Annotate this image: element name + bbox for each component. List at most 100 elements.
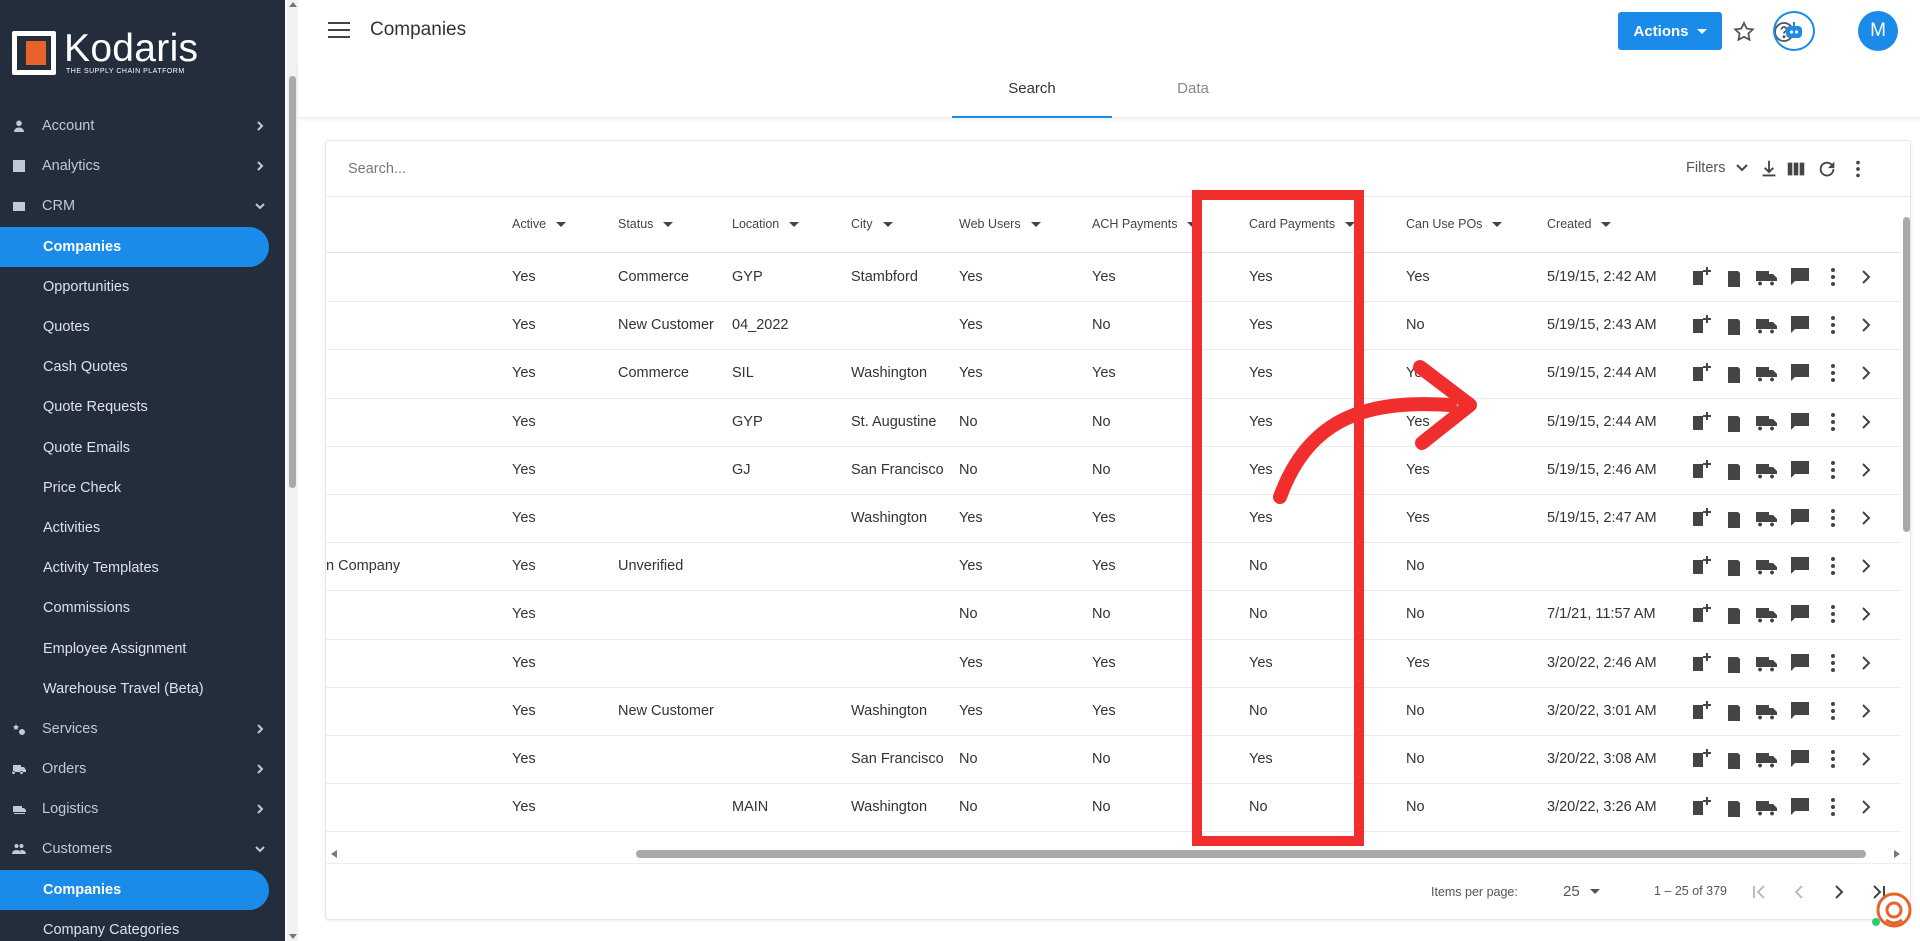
message-icon[interactable] (1788, 795, 1812, 819)
add-note-icon[interactable] (1689, 458, 1713, 482)
message-icon[interactable] (1788, 410, 1812, 434)
message-icon[interactable] (1788, 747, 1812, 771)
quote-dollar-icon[interactable] (1722, 699, 1746, 723)
tab-search[interactable]: Search (952, 80, 1112, 118)
shipping-truck-icon[interactable] (1755, 699, 1779, 723)
message-icon[interactable] (1788, 265, 1812, 289)
chat-support-icon[interactable] (1870, 890, 1914, 934)
column-header-created[interactable]: Created (1547, 217, 1612, 231)
more-options-icon[interactable] (1847, 158, 1869, 180)
table-row[interactable]: Yes Washington Yes Yes Yes Yes 5/19/15, 2:47 A… (326, 495, 1901, 544)
refresh-icon[interactable] (1816, 158, 1838, 180)
quote-dollar-icon[interactable] (1722, 747, 1746, 771)
row-more-icon[interactable] (1821, 458, 1845, 482)
add-note-icon[interactable] (1689, 265, 1713, 289)
add-note-icon[interactable] (1689, 651, 1713, 675)
add-note-icon[interactable] (1689, 747, 1713, 771)
row-chevron-right-icon[interactable] (1854, 458, 1878, 482)
sidebar-subitem[interactable]: Quote Requests (0, 387, 285, 427)
table-row[interactable]: Yes New Customer Washington Yes Yes No No 3/20/… (326, 688, 1901, 736)
table-row[interactable]: Yes GYP St. Augustine No No Yes Yes 5/19/15, 2:… (326, 399, 1901, 447)
row-more-icon[interactable] (1821, 602, 1845, 626)
add-note-icon[interactable] (1689, 699, 1713, 723)
row-chevron-right-icon[interactable] (1854, 410, 1878, 434)
add-note-icon[interactable] (1689, 795, 1713, 819)
table-row[interactable]: Yes Commerce GYP Stambford Yes Yes Yes Yes 5/19/… (326, 254, 1901, 303)
row-more-icon[interactable] (1821, 506, 1845, 530)
row-chevron-right-icon[interactable] (1854, 795, 1878, 819)
items-per-page-select[interactable]: 25 (1563, 883, 1600, 900)
row-more-icon[interactable] (1821, 554, 1845, 578)
assistant-bot-icon[interactable] (1773, 11, 1815, 51)
sidebar-subitem[interactable]: Quote Emails (0, 428, 285, 468)
quote-dollar-icon[interactable] (1722, 795, 1746, 819)
shipping-truck-icon[interactable] (1755, 651, 1779, 675)
column-header-can-use-pos[interactable]: Can Use POs (1406, 217, 1503, 231)
add-note-icon[interactable] (1689, 602, 1713, 626)
sidebar-subitem[interactable]: Price Check (0, 468, 285, 508)
shipping-truck-icon[interactable] (1755, 795, 1779, 819)
add-note-icon[interactable] (1689, 410, 1713, 434)
star-icon[interactable] (1732, 20, 1756, 44)
row-chevron-right-icon[interactable] (1854, 554, 1878, 578)
shipping-truck-icon[interactable] (1755, 554, 1779, 578)
sidebar-item-services[interactable]: Services (0, 709, 285, 749)
add-note-icon[interactable] (1689, 554, 1713, 578)
next-page-icon[interactable] (1827, 880, 1851, 904)
shipping-truck-icon[interactable] (1755, 361, 1779, 385)
message-icon[interactable] (1788, 313, 1812, 337)
add-note-icon[interactable] (1689, 313, 1713, 337)
row-more-icon[interactable] (1821, 410, 1845, 434)
row-chevron-right-icon[interactable] (1854, 747, 1878, 771)
sidebar-subitem[interactable]: Opportunities (0, 267, 285, 307)
shipping-truck-icon[interactable] (1755, 747, 1779, 771)
tab-data[interactable]: Data (1113, 80, 1273, 118)
quote-dollar-icon[interactable] (1722, 313, 1746, 337)
row-chevron-right-icon[interactable] (1854, 361, 1878, 385)
shipping-truck-icon[interactable] (1755, 410, 1779, 434)
filters-button[interactable]: Filters (1686, 160, 1749, 176)
row-chevron-right-icon[interactable] (1854, 265, 1878, 289)
table-vertical-scrollbar[interactable] (1901, 197, 1910, 847)
table-horizontal-scrollbar[interactable] (326, 847, 1910, 861)
sidebar-item-analytics[interactable]: Analytics (0, 146, 285, 186)
table-row[interactable]: Yes Commerce SIL Washington Yes Yes Yes Yes 5/19… (326, 350, 1901, 399)
kodaris-logo[interactable]: Kodaris THE SUPPLY CHAIN PLATFORM (12, 29, 198, 75)
quote-dollar-icon[interactable] (1722, 602, 1746, 626)
message-icon[interactable] (1788, 651, 1812, 675)
previous-page-icon[interactable] (1787, 880, 1811, 904)
table-row[interactable]: Yes GJ San Francisco No No Yes Yes 5/19/15, 2:4… (326, 447, 1901, 495)
row-chevron-right-icon[interactable] (1854, 602, 1878, 626)
menu-icon[interactable] (328, 22, 350, 40)
row-chevron-right-icon[interactable] (1854, 699, 1878, 723)
first-page-icon[interactable] (1747, 880, 1771, 904)
user-avatar[interactable]: M (1858, 11, 1898, 51)
download-icon[interactable] (1758, 158, 1780, 180)
message-icon[interactable] (1788, 554, 1812, 578)
add-note-icon[interactable] (1689, 506, 1713, 530)
column-header-location[interactable]: Location (732, 217, 800, 231)
quote-dollar-icon[interactable] (1722, 361, 1746, 385)
shipping-truck-icon[interactable] (1755, 265, 1779, 289)
row-more-icon[interactable] (1821, 651, 1845, 675)
shipping-truck-icon[interactable] (1755, 602, 1779, 626)
sidebar-subitem[interactable]: Activity Templates (0, 548, 285, 588)
sidebar-subitem[interactable]: Commissions (0, 588, 285, 628)
column-header-status[interactable]: Status (618, 217, 674, 231)
sidebar-subitem[interactable]: Activities (0, 508, 285, 548)
column-header-web-users[interactable]: Web Users (959, 217, 1041, 231)
add-note-icon[interactable] (1689, 361, 1713, 385)
column-header-card-payments[interactable]: Card Payments (1249, 217, 1356, 231)
quote-dollar-icon[interactable] (1722, 506, 1746, 530)
sidebar-subitem[interactable]: Employee Assignment (0, 628, 285, 668)
quote-dollar-icon[interactable] (1722, 651, 1746, 675)
row-chevron-right-icon[interactable] (1854, 313, 1878, 337)
sidebar-subitem[interactable]: Companies (0, 869, 269, 910)
table-row[interactable]: Yes Yes Yes Yes Yes 3/20/22, 2:46 AM (326, 640, 1901, 688)
sidebar-subitem[interactable]: Warehouse Travel (Beta) (0, 669, 285, 709)
row-more-icon[interactable] (1821, 313, 1845, 337)
sidebar-subitem[interactable]: Quotes (0, 307, 285, 347)
row-more-icon[interactable] (1821, 747, 1845, 771)
row-more-icon[interactable] (1821, 795, 1845, 819)
actions-button[interactable]: Actions (1618, 12, 1722, 50)
